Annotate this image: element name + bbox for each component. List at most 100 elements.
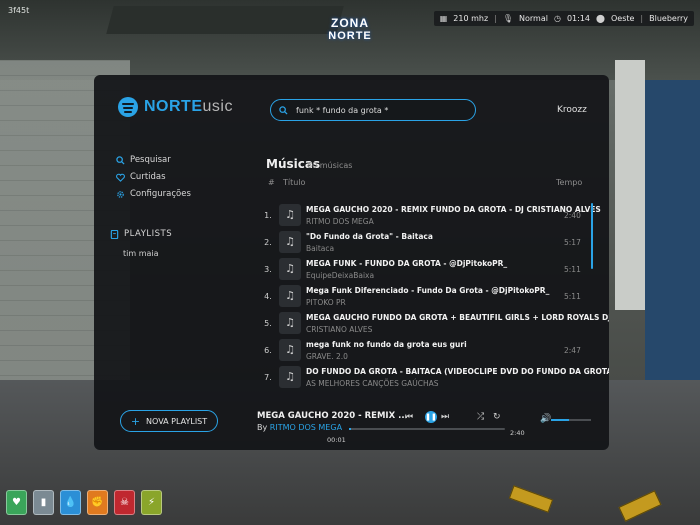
music-note-icon: ♫ [279, 204, 301, 226]
play-pause-button[interactable]: ❚❚ [425, 411, 437, 423]
column-header-title: Título [283, 178, 306, 187]
volume-slider[interactable] [551, 419, 591, 421]
volume-icon[interactable]: 🔊 [540, 414, 551, 424]
fist-icon: ✊ [91, 497, 104, 508]
track-row[interactable]: 7. ♫ DO FUNDO DA GROTA - BAITACA (VIDEOC… [260, 363, 609, 390]
search-icon [279, 105, 288, 115]
now-playing-bar: MEGA GAUCHO 2020 - REMIX ... By RITMO DO… [257, 411, 597, 444]
track-duration: 2:47 [564, 346, 581, 355]
shuffle-icon[interactable]: ⤮ [477, 412, 484, 422]
username[interactable]: Kroozz [557, 105, 587, 115]
total-time: 2:40 [510, 429, 525, 437]
track-row[interactable]: 4. ♫ Mega Funk Diferenciado - Fundo Da G… [260, 282, 600, 309]
bottle-icon: ▮ [40, 497, 47, 508]
plus-icon: + [130, 414, 141, 428]
music-note-icon: ♫ [279, 231, 301, 253]
thirst-stat: ▮ [33, 490, 54, 515]
music-note-icon: ♫ [279, 366, 301, 388]
sidebar-item-label: Curtidas [130, 172, 166, 182]
music-logo-icon [118, 97, 138, 117]
track-duration: 5:17 [564, 238, 581, 247]
track-duration: 5:11 [564, 265, 581, 274]
fps-value: 210 mhz [453, 14, 489, 23]
current-time: 00:01 [327, 436, 346, 444]
server-name: Blueberry [649, 14, 688, 23]
hud-status-bar: ▦ 210 mhz | 🎙 Normal ◷ 01:14 ⬤ Oeste | B… [433, 11, 694, 26]
server-logo-line2: NORTE [328, 30, 372, 42]
hud-divider: | [494, 14, 497, 23]
track-number: 5. [264, 319, 272, 328]
app-title-light: usic [202, 98, 233, 115]
sidebar-item-label: Pesquisar [130, 155, 171, 165]
mic-icon: 🎙 [502, 14, 514, 23]
awning [106, 6, 344, 34]
heart-icon: ♥ [12, 497, 21, 508]
track-row[interactable]: 2. ♫ "Do Fundo da Grota" - Baitaca Baita… [260, 228, 600, 255]
next-icon[interactable]: ⏭ [441, 412, 449, 422]
search-icon [116, 155, 125, 165]
track-list: 1. ♫ MEGA GAUCHO 2020 - REMIX FUNDO DA G… [260, 201, 609, 390]
playlist-icon [110, 229, 119, 239]
app-logo: NORTEusic [118, 97, 233, 117]
track-artist: CRISTIANO ALVES [306, 325, 373, 334]
app-title-strong: NORTE [144, 98, 203, 115]
clock-icon: ◷ [553, 14, 561, 23]
track-number: 2. [264, 238, 272, 247]
location-name: Oeste [610, 14, 635, 23]
stress-stat: ☠ [114, 490, 135, 515]
garage-door [645, 80, 700, 380]
new-playlist-button[interactable]: + NOVA PLAYLIST [120, 410, 218, 432]
track-row[interactable]: 3. ♫ MEGA FUNK - FUNDO DA GROTA - @DjPit… [260, 255, 600, 282]
section-count: 80 músicas [307, 161, 353, 170]
gear-icon [117, 190, 124, 198]
server-logo-line1: ZONA [331, 16, 369, 30]
playlists-heading: PLAYLISTS [110, 229, 172, 239]
track-artist: GRAVE. 2.0 [306, 352, 348, 361]
repeat-icon[interactable]: ↻ [493, 412, 501, 422]
scrollbar[interactable] [591, 203, 593, 269]
corner-tag: 3f45t [8, 6, 30, 15]
search-input[interactable] [294, 104, 468, 116]
track-number: 1. [264, 211, 272, 220]
playlists-heading-label: PLAYLISTS [124, 229, 173, 239]
by-label: By [257, 423, 268, 432]
now-playing-title: MEGA GAUCHO 2020 - REMIX ... [257, 411, 408, 421]
track-number: 4. [264, 292, 272, 301]
track-artist: Baitaca [306, 244, 335, 253]
track-duration: 2:40 [564, 211, 581, 220]
search-bar[interactable] [270, 99, 476, 121]
track-row[interactable]: 6. ♫ mega funk no fundo da grota eus gur… [260, 336, 600, 363]
column-header-time: Tempo [556, 178, 583, 187]
location-pin-icon: ⬤ [596, 14, 605, 23]
track-title: MEGA GAUCHO FUNDO DA GROTA + BEAUTIFIL G… [306, 313, 609, 322]
track-row[interactable]: 5. ♫ MEGA GAUCHO FUNDO DA GROTA + BEAUTI… [260, 309, 609, 336]
music-app-window: NORTEusic Kroozz Pesquisar Curtidas Conf… [94, 75, 609, 450]
bolt-icon: ⚡ [147, 497, 156, 508]
music-note-icon: ♫ [279, 285, 301, 307]
new-playlist-label: NOVA PLAYLIST [146, 416, 208, 426]
sidebar-item-settings[interactable]: Configurações [116, 189, 191, 199]
hud-divider: | [640, 14, 644, 23]
player-status-bar: ♥ ▮ 💧 ✊ ☠ ⚡ [6, 490, 162, 515]
sidebar-item-search[interactable]: Pesquisar [116, 155, 191, 165]
music-note-icon: ♫ [279, 312, 301, 334]
volume-fill [551, 419, 569, 421]
progress-bar[interactable] [349, 428, 505, 430]
track-artist: PITOKO PR [306, 298, 346, 307]
playlist-item[interactable]: tim maia [123, 249, 159, 258]
track-row[interactable]: 1. ♫ MEGA GAUCHO 2020 - REMIX FUNDO DA G… [260, 201, 601, 228]
music-note-icon: ♫ [279, 258, 301, 280]
mic-mode: Normal [519, 14, 548, 23]
sidebar-item-likes[interactable]: Curtidas [116, 172, 191, 182]
track-title: DO FUNDO DA GROTA - BAITACA (VIDEOCLIPE … [306, 367, 609, 376]
now-playing-artist[interactable]: RITMO DOS MEGA [270, 423, 342, 432]
sidebar-nav: Pesquisar Curtidas Configurações [116, 155, 191, 206]
drop-icon: 💧 [64, 497, 77, 508]
pause-icon: ❚❚ [425, 413, 437, 421]
track-artist: AS MELHORES CANÇÕES GAÚCHAS [306, 379, 439, 388]
fps-icon: ▦ [439, 14, 448, 23]
heart-icon [116, 173, 125, 182]
previous-icon[interactable]: ⏮ [405, 412, 413, 422]
app-title: NORTEusic [144, 98, 233, 116]
track-artist: RITMO DOS MEGA [306, 217, 374, 226]
